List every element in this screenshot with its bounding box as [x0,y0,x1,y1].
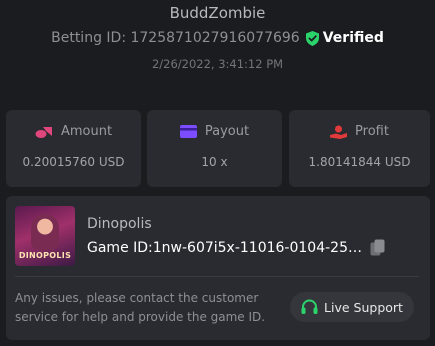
stat-profit: Profit 1.80141844 USD [289,110,430,187]
game-card: DINOPOLIS Dinopolis Game ID:1nw-607i5x-1… [6,196,430,340]
game-name: Dinopolis [87,216,152,232]
headset-icon [301,299,318,314]
game-id-row: Game ID:1nw-607i5x-11016-0104-25179... [87,239,387,256]
stat-profit-label: Profit [355,124,389,139]
stat-amount: Amount 0.20015760 USD [6,110,141,187]
game-thumbnail[interactable]: DINOPOLIS [15,206,75,266]
stat-amount-label: Amount [60,124,113,139]
stats-row: Amount 0.20015760 USD Payout 10 x Profit… [6,110,430,187]
stat-profit-value: 1.80141844 USD [308,155,411,169]
betting-id: Betting ID: 1725871027916077696 [51,30,300,46]
game-id: Game ID:1nw-607i5x-11016-0104-25179... [87,240,366,256]
shield-check-icon [305,30,319,46]
username: BuddZombie [169,4,266,22]
stat-payout: Payout 10 x [147,110,282,187]
stat-payout-value: 10 x [201,155,228,169]
character-illustration [31,214,59,250]
verified-label: Verified [322,30,384,46]
live-support-label: Live Support [324,299,403,315]
credit-card-icon [179,125,197,138]
betting-id-row: Betting ID: 1725871027916077696 Verified [0,30,435,46]
thumbnail-logo: DINOPOLIS [18,251,72,260]
divider [15,276,419,277]
money-hand-icon [330,125,348,139]
coins-icon [35,126,52,138]
copy-icon[interactable] [370,239,385,260]
stat-payout-label: Payout [204,124,250,139]
verified-badge: Verified [305,30,384,46]
support-message: Any issues, please contact the customer … [15,291,266,324]
stat-amount-value: 0.20015760 USD [22,155,125,169]
live-support-button[interactable]: Live Support [290,292,414,322]
bet-timestamp: 2/26/2022, 3:41:12 PM [151,57,284,71]
